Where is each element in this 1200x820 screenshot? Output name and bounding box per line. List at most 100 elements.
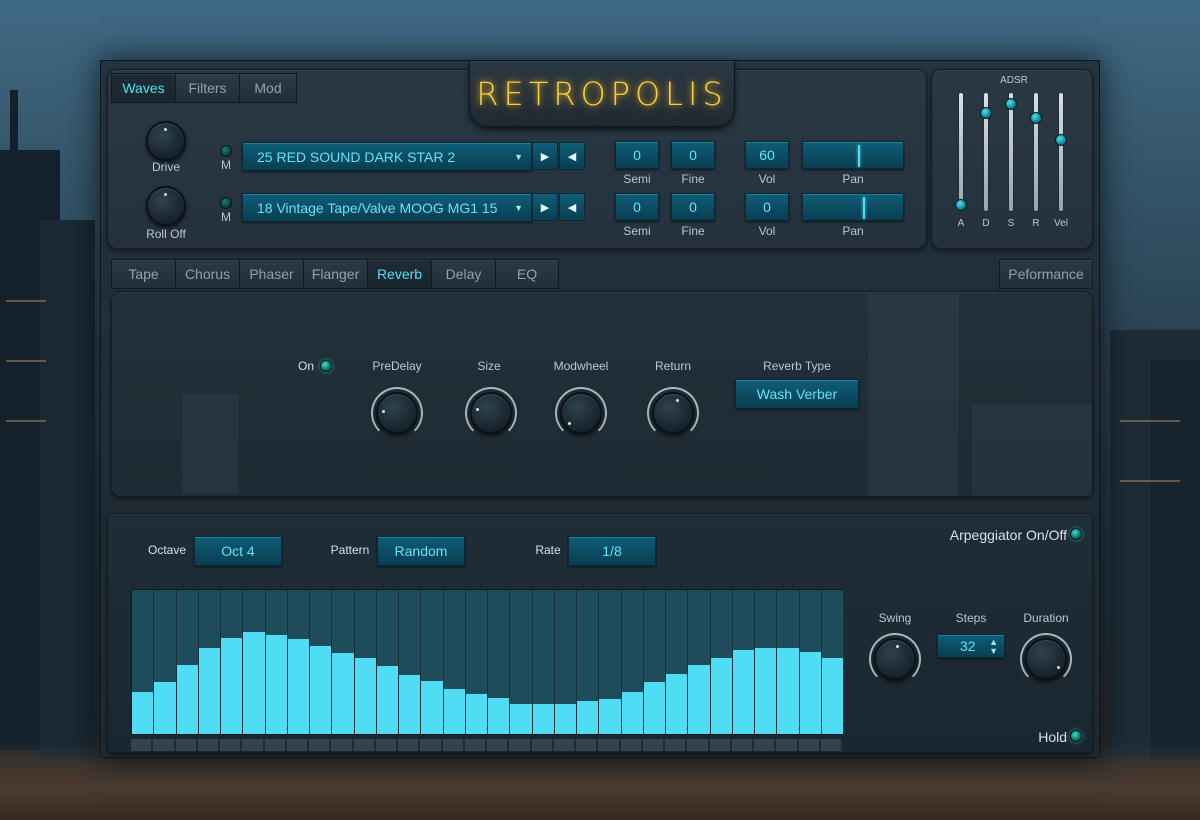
step-bar[interactable]: [643, 682, 665, 734]
step-column[interactable]: [221, 590, 244, 734]
pattern-select[interactable]: Random: [377, 536, 465, 566]
return-knob[interactable]: [652, 392, 694, 434]
step-bar[interactable]: [176, 664, 198, 734]
step-column[interactable]: [821, 590, 844, 734]
step-column[interactable]: [710, 590, 733, 734]
tab-phaser[interactable]: Phaser: [239, 259, 303, 289]
osc2-fine-field[interactable]: 0: [671, 193, 715, 221]
step-bar[interactable]: [532, 703, 554, 734]
step-bar[interactable]: [132, 692, 154, 734]
step-bar[interactable]: [821, 657, 843, 734]
osc1-semi-field[interactable]: 0: [615, 141, 659, 169]
osc2-preset-select[interactable]: 18 Vintage Tape/Valve MOOG MG1 15 ▼: [242, 193, 532, 222]
step-column[interactable]: [154, 590, 177, 734]
step-column[interactable]: [176, 590, 199, 734]
reverb-type-select[interactable]: Wash Verber: [735, 379, 859, 409]
step-column[interactable]: [510, 590, 533, 734]
tab-flanger[interactable]: Flanger: [303, 259, 367, 289]
tab-chorus[interactable]: Chorus: [175, 259, 239, 289]
step-column[interactable]: [532, 590, 555, 734]
tab-mod[interactable]: Mod: [239, 73, 297, 103]
step-column[interactable]: [198, 590, 221, 734]
step-sequencer[interactable]: [131, 589, 844, 735]
osc2-vol-field[interactable]: 0: [745, 193, 789, 221]
step-bar[interactable]: [488, 698, 510, 734]
step-column[interactable]: [421, 590, 444, 734]
osc2-mute-led[interactable]: [220, 197, 232, 209]
step-column[interactable]: [688, 590, 711, 734]
modwheel-knob[interactable]: [560, 392, 602, 434]
step-bar[interactable]: [710, 657, 732, 734]
drive-knob[interactable]: [146, 121, 186, 161]
step-column[interactable]: [399, 590, 422, 734]
step-bar[interactable]: [554, 703, 576, 734]
step-bar[interactable]: [732, 650, 754, 734]
octave-select[interactable]: Oct 4: [194, 536, 282, 566]
step-column[interactable]: [265, 590, 288, 734]
step-bar[interactable]: [354, 657, 376, 734]
step-bar[interactable]: [421, 680, 443, 734]
step-bar[interactable]: [221, 637, 243, 734]
step-column[interactable]: [577, 590, 600, 734]
osc1-pan-slider[interactable]: [802, 141, 904, 169]
adsr-thumb-a[interactable]: [955, 199, 967, 212]
step-column[interactable]: [755, 590, 778, 734]
step-bar[interactable]: [465, 693, 487, 734]
step-column[interactable]: [599, 590, 622, 734]
adsr-thumb-s[interactable]: [1005, 97, 1017, 110]
step-column[interactable]: [554, 590, 577, 734]
adsr-track-r[interactable]: [1034, 93, 1038, 211]
osc1-fine-field[interactable]: 0: [671, 141, 715, 169]
adsr-track-a[interactable]: [959, 93, 963, 211]
step-column[interactable]: [310, 590, 333, 734]
osc1-mute-led[interactable]: [220, 145, 232, 157]
step-bar[interactable]: [577, 700, 599, 734]
tab-eq[interactable]: EQ: [495, 259, 559, 289]
step-column[interactable]: [443, 590, 466, 734]
rate-select[interactable]: 1/8: [568, 536, 656, 566]
swing-knob[interactable]: [874, 638, 916, 680]
reverb-on-led[interactable]: [320, 360, 332, 372]
step-column[interactable]: [465, 590, 488, 734]
step-bar[interactable]: [621, 692, 643, 734]
step-column[interactable]: [132, 590, 155, 734]
adsr-thumb-d[interactable]: [980, 107, 992, 120]
osc2-semi-field[interactable]: 0: [615, 193, 659, 221]
steps-stepper[interactable]: 32 ▲ ▼: [937, 634, 1005, 658]
step-bar[interactable]: [510, 703, 532, 734]
step-column[interactable]: [354, 590, 377, 734]
step-column[interactable]: [488, 590, 511, 734]
hold-led[interactable]: [1070, 730, 1082, 742]
arp-onoff-led[interactable]: [1070, 528, 1082, 540]
tab-tape[interactable]: Tape: [111, 259, 175, 289]
adsr-track-vel[interactable]: [1059, 93, 1063, 211]
osc2-pan-thumb[interactable]: [863, 197, 865, 219]
tab-filters[interactable]: Filters: [175, 73, 239, 103]
step-bar[interactable]: [154, 682, 176, 734]
step-bar[interactable]: [198, 647, 220, 734]
adsr-track-s[interactable]: [1009, 93, 1013, 211]
step-column[interactable]: [243, 590, 266, 734]
step-bar[interactable]: [265, 634, 287, 734]
step-column[interactable]: [666, 590, 689, 734]
size-knob[interactable]: [470, 392, 512, 434]
step-bar[interactable]: [688, 664, 710, 734]
step-bar[interactable]: [599, 699, 621, 734]
osc1-prev-button[interactable]: ◀: [559, 142, 585, 170]
step-bar[interactable]: [755, 647, 777, 734]
step-bar[interactable]: [376, 666, 398, 734]
tab-delay[interactable]: Delay: [431, 259, 495, 289]
osc1-vol-field[interactable]: 60: [745, 141, 789, 169]
step-bar[interactable]: [799, 651, 821, 734]
step-column[interactable]: [643, 590, 666, 734]
step-column[interactable]: [376, 590, 399, 734]
osc2-next-button[interactable]: ▶: [532, 193, 558, 221]
step-column[interactable]: [777, 590, 800, 734]
tab-waves[interactable]: Waves: [111, 73, 175, 103]
step-bar[interactable]: [443, 689, 465, 734]
step-bar[interactable]: [666, 673, 688, 734]
osc1-preset-select[interactable]: 25 RED SOUND DARK STAR 2 ▼: [242, 142, 532, 171]
step-bar[interactable]: [287, 638, 309, 734]
predelay-knob[interactable]: [376, 392, 418, 434]
step-bar[interactable]: [310, 646, 332, 734]
